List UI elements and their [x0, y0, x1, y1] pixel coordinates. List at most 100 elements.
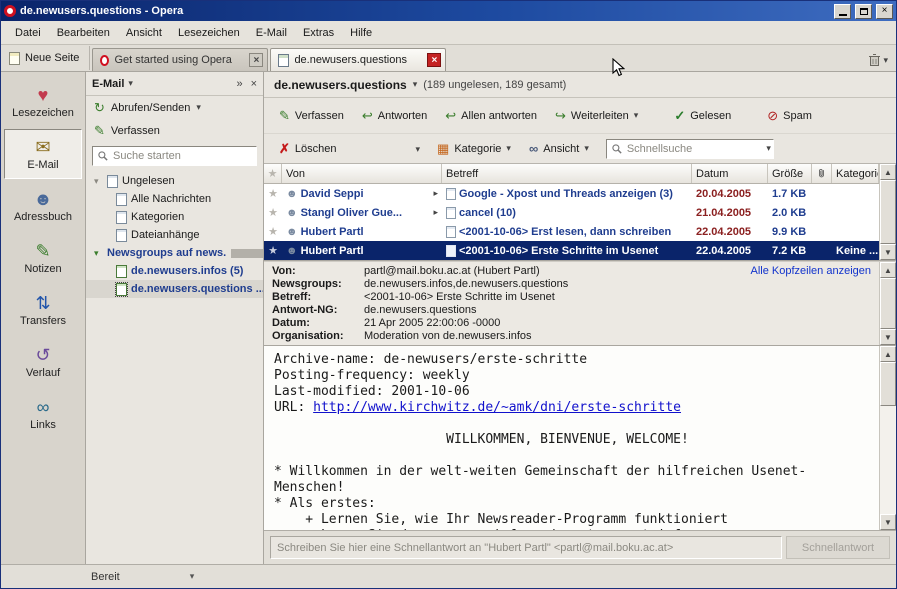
closed-tabs-trash-button[interactable]: ▾: [868, 53, 896, 71]
thread-expander-icon[interactable]: ▸: [433, 188, 438, 199]
header-label: Newsgroups:: [272, 278, 364, 291]
tab-get-started[interactable]: Get started using Opera ×: [92, 48, 268, 71]
delete-button[interactable]: ✗ Löschen: [272, 138, 344, 159]
delete-dropdown-button[interactable]: ▾: [410, 139, 427, 159]
quicksearch-input[interactable]: Schnellsuche ▾: [606, 139, 774, 159]
panel-undock-icon[interactable]: »: [236, 78, 242, 90]
view-icon: ∞: [529, 142, 538, 155]
forward-button[interactable]: ↪ Weiterleiten ▾: [548, 105, 645, 126]
sidebar-item-verlauf[interactable]: ↺ Verlauf: [4, 337, 82, 387]
scroll-down-icon[interactable]: ▼: [880, 244, 896, 260]
column-kategorie[interactable]: Kategorie: [832, 164, 879, 183]
column-betreff[interactable]: Betreff: [442, 164, 692, 183]
column-attachment[interactable]: [812, 164, 832, 183]
chevron-down-icon[interactable]: ▾: [413, 79, 418, 90]
spam-button[interactable]: ⊘ Spam: [760, 105, 819, 126]
fetch-send-button[interactable]: ↻ Abrufen/Senden ▾: [86, 96, 263, 119]
minimize-button[interactable]: [834, 4, 851, 19]
column-von[interactable]: Von: [282, 164, 442, 183]
reply-all-button[interactable]: ↩ Allen antworten: [438, 105, 544, 126]
tree-item-dateianhaenge[interactable]: Dateianhänge: [86, 226, 263, 244]
scroll-up-icon[interactable]: ▲: [880, 262, 896, 278]
tree-item-ungelesen[interactable]: ▾ Ungelesen: [86, 172, 263, 190]
scrollbar-thumb[interactable]: [880, 362, 896, 406]
body-link[interactable]: http://www.kirchwitz.de/~amk/dni/erste-s…: [313, 400, 681, 415]
mark-read-button[interactable]: ✓ Gelesen: [667, 105, 738, 126]
column-groesse[interactable]: Größe: [768, 164, 812, 183]
message-row-3[interactable]: ★ ☻Hubert Partl <2001-10-06> Erst lesen,…: [264, 222, 879, 241]
compose-button[interactable]: ✎ Verfassen: [272, 105, 351, 126]
menu-datei[interactable]: Datei: [7, 24, 49, 42]
menu-ansicht[interactable]: Ansicht: [118, 24, 170, 42]
new-page-button[interactable]: Neue Seite: [3, 46, 90, 70]
scroll-up-icon[interactable]: ▲: [880, 346, 896, 362]
close-button[interactable]: ×: [876, 4, 893, 19]
tree-item-de-newusers-infos[interactable]: de.newusers.infos (5): [86, 262, 263, 280]
show-all-headers-link[interactable]: Alle Kopfzeilen anzeigen: [751, 265, 871, 278]
menu-hilfe[interactable]: Hilfe: [342, 24, 380, 42]
tree-collapse-icon[interactable]: ▾: [94, 248, 103, 259]
tree-collapse-icon[interactable]: ▾: [94, 176, 103, 187]
mailbox-title[interactable]: de.newusers.questions: [274, 78, 407, 92]
tree-item-alle-nachrichten[interactable]: Alle Nachrichten: [86, 190, 263, 208]
star-cell[interactable]: ★: [264, 225, 282, 238]
scroll-up-icon[interactable]: ▲: [880, 164, 896, 180]
quick-reply-input[interactable]: Schreiben Sie hier eine Schnellantwort a…: [270, 536, 782, 559]
category-label: Kategorie: [454, 143, 501, 155]
menu-extras[interactable]: Extras: [295, 24, 342, 42]
sidebar-item-adressbuch[interactable]: ☻ Adressbuch: [4, 181, 82, 231]
message-row-4-selected[interactable]: ★ ☻Hubert Partl <2001-10-06> Erste Schri…: [264, 241, 879, 260]
column-star[interactable]: ★: [264, 164, 282, 183]
scroll-down-icon[interactable]: ▼: [880, 329, 896, 345]
sidebar-item-email[interactable]: ✉ E-Mail: [4, 129, 82, 179]
sidebar-item-links[interactable]: ∞ Links: [4, 389, 82, 439]
chevron-down-icon[interactable]: ▾: [766, 143, 771, 154]
new-page-label: Neue Seite: [25, 52, 79, 64]
header-value: de.newusers.infos,de.newusers.questions: [364, 278, 568, 291]
scrollbar-thumb[interactable]: [880, 180, 896, 244]
star-cell[interactable]: ★: [264, 244, 282, 257]
sidebar-item-lesezeichen[interactable]: ♥ Lesezeichen: [4, 77, 82, 127]
tree-item-kategorien[interactable]: Kategorien: [86, 208, 263, 226]
size-cell: 1.7 KB: [768, 188, 812, 200]
menu-email[interactable]: E-Mail: [248, 24, 295, 42]
mail-panel-title[interactable]: E-Mail: [92, 78, 124, 90]
mail-search-input[interactable]: Suche starten: [92, 146, 257, 166]
menu-bearbeiten[interactable]: Bearbeiten: [49, 24, 118, 42]
thread-expander-icon[interactable]: ▸: [433, 207, 438, 218]
panel-collapse-icon[interactable]: ▾: [190, 571, 195, 582]
message-list: ★ Von Betreff Datum Größe Kategorie ★ ☻D…: [264, 164, 896, 260]
tab-close-icon[interactable]: ×: [249, 53, 263, 67]
quick-reply-button[interactable]: Schnellantwort: [786, 536, 890, 559]
message-list-scrollbar[interactable]: ▲ ▼: [879, 164, 896, 260]
category-button[interactable]: ▦ Kategorie ▾: [430, 138, 518, 159]
sidebar-item-transfers[interactable]: ⇅ Transfers: [4, 285, 82, 335]
contact-icon: ☻: [286, 245, 298, 257]
scrollbar-thumb[interactable]: [880, 278, 896, 329]
mail-folder-tree: ▾ Ungelesen Alle Nachrichten Kategorien …: [86, 172, 263, 564]
tab-close-icon[interactable]: ×: [427, 53, 441, 67]
view-button[interactable]: ∞ Ansicht ▾: [522, 138, 596, 159]
message-body-pane: Archive-name: de-newusers/erste-schritte…: [264, 346, 896, 530]
chevron-down-icon[interactable]: ▾: [128, 78, 133, 89]
star-cell[interactable]: ★: [264, 187, 282, 200]
reply-button[interactable]: ↩ Antworten: [355, 105, 434, 126]
compose-button-panel[interactable]: ✎ Verfassen: [86, 119, 263, 142]
tab-newusers-questions[interactable]: de.newusers.questions ×: [270, 48, 446, 71]
column-datum[interactable]: Datum: [692, 164, 768, 183]
message-row-2[interactable]: ★ ☻Stangl Oliver Gue...▸ cancel (10) 21.…: [264, 203, 879, 222]
headers-scrollbar[interactable]: ▲ ▼: [879, 262, 896, 345]
message-row-1[interactable]: ★ ☻David Seppi▸ Google - Xpost und Threa…: [264, 184, 879, 203]
sidebar-item-notizen[interactable]: ✎ Notizen: [4, 233, 82, 283]
chevron-down-icon: ▾: [196, 102, 201, 113]
star-cell[interactable]: ★: [264, 206, 282, 219]
restore-button[interactable]: [855, 4, 872, 19]
tree-item-newsgroups-server[interactable]: ▾ Newsgroups auf news.: [86, 244, 263, 262]
scroll-down-icon[interactable]: ▼: [880, 514, 896, 530]
mail-icon: ✉: [35, 137, 50, 157]
panel-close-icon[interactable]: ×: [251, 78, 257, 90]
body-scrollbar[interactable]: ▲ ▼: [879, 346, 896, 530]
tree-item-de-newusers-questions[interactable]: de.newusers.questions ...: [86, 280, 263, 298]
menu-lesezeichen[interactable]: Lesezeichen: [170, 24, 248, 42]
body-main-block: WILLKOMMEN, BIENVENUE, WELCOME! * Willko…: [274, 416, 879, 530]
